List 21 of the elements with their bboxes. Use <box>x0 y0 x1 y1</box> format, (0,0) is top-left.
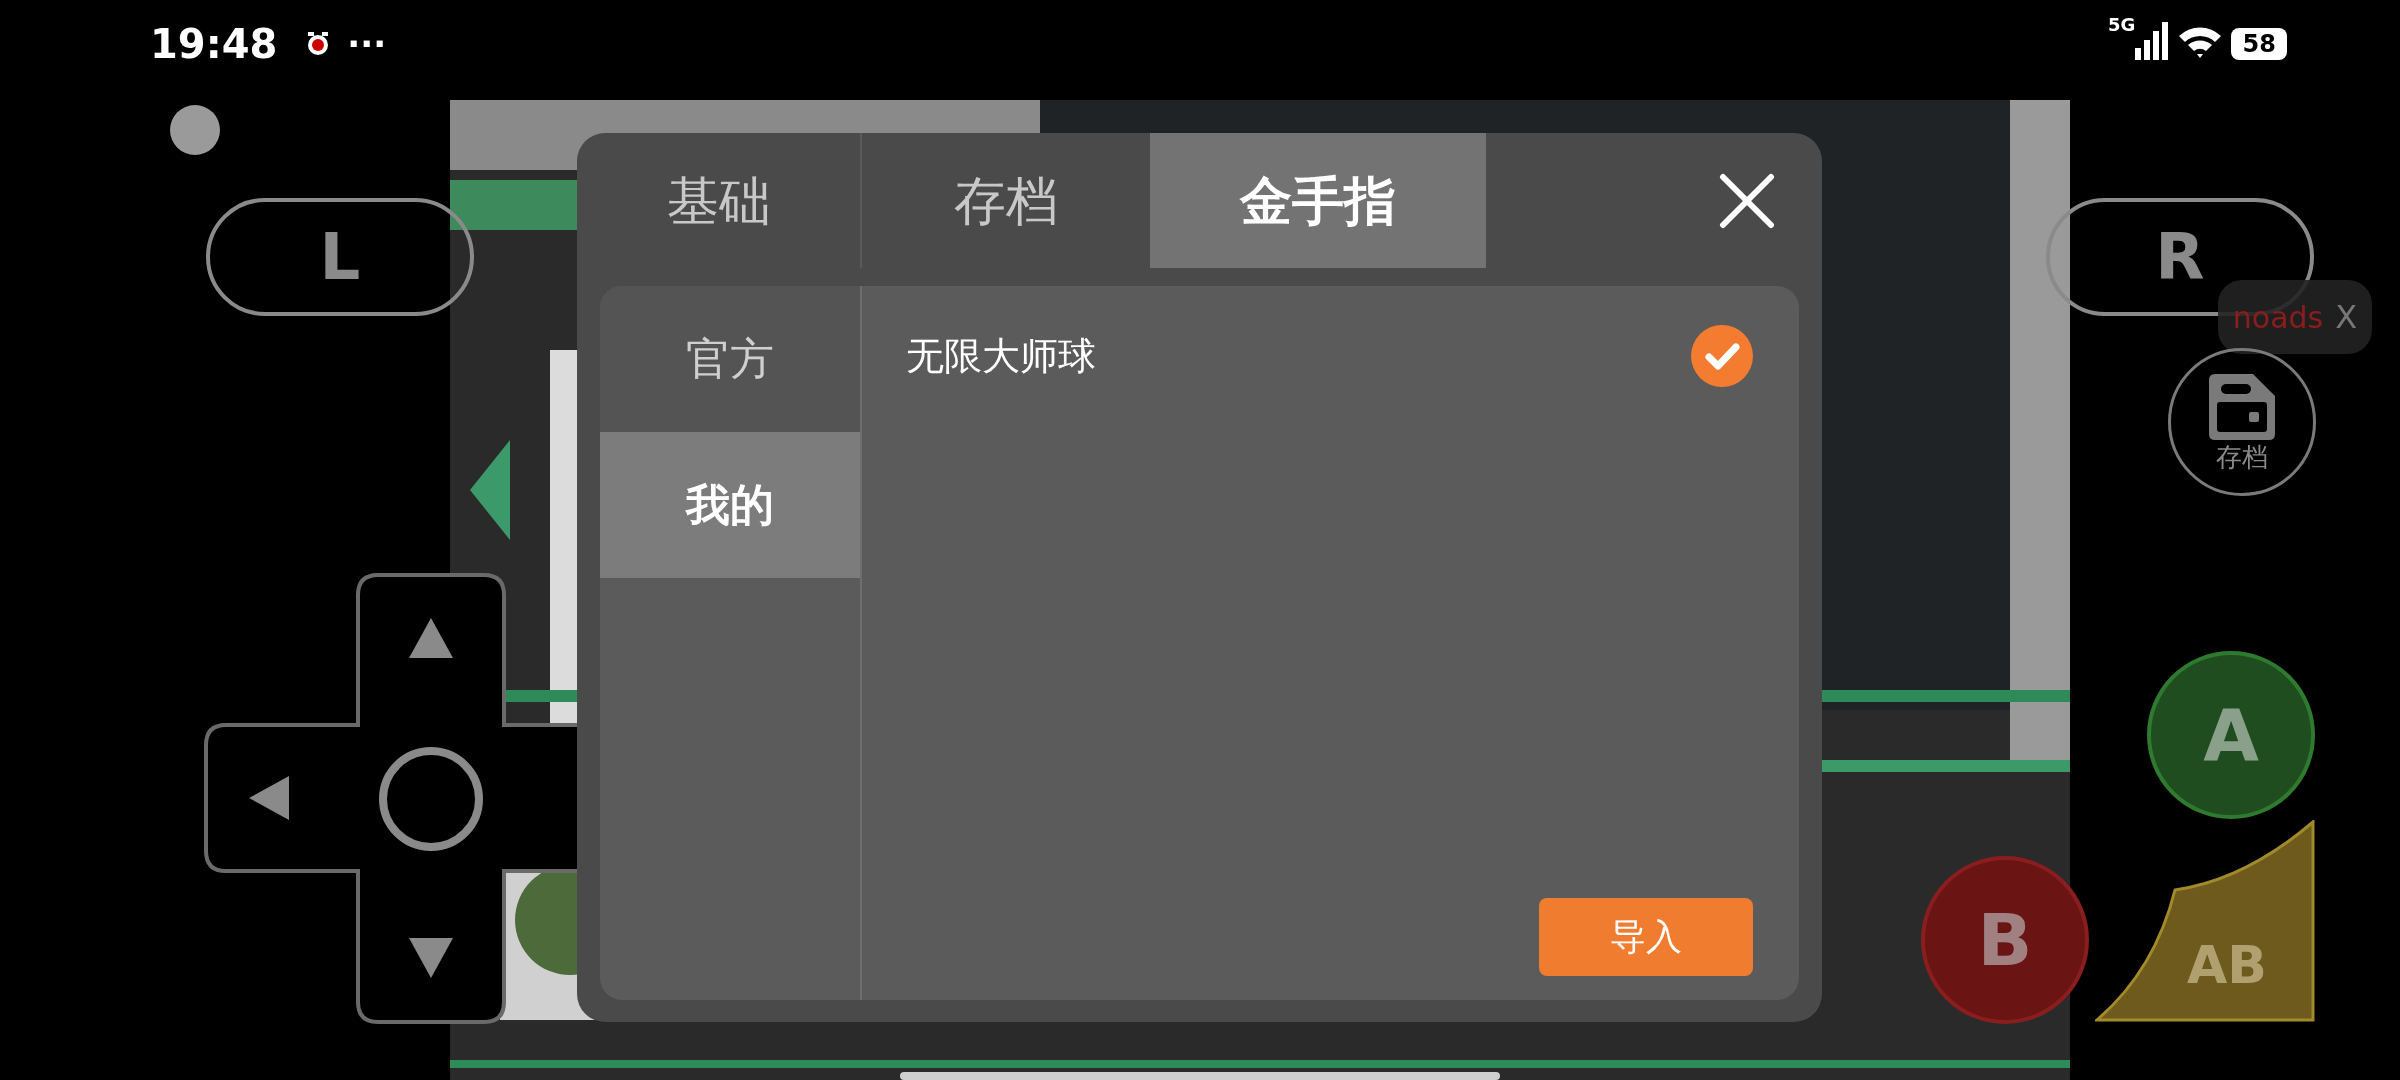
tab[interactable]: 基础 <box>577 133 862 268</box>
close-icon <box>1719 172 1775 229</box>
checkbox[interactable] <box>1691 325 1753 387</box>
cheat-name: 无限大师球 <box>906 332 1096 380</box>
ab-label: AB <box>2187 934 2267 997</box>
battery-level: 58 <box>2242 32 2276 56</box>
save-button[interactable]: 存档 <box>2168 348 2316 496</box>
clock-time: 19:48 <box>150 20 278 69</box>
l-button[interactable]: L <box>206 198 474 316</box>
tab[interactable]: 金手指 <box>1150 133 1486 268</box>
sidebar-item[interactable]: 官方 <box>600 286 860 432</box>
close-button[interactable]: X <box>2335 293 2358 341</box>
import-button[interactable]: 导入 <box>1539 898 1753 976</box>
sidebar-item[interactable]: 我的 <box>600 432 860 578</box>
network-label: 5G <box>2108 16 2136 34</box>
more-indicator: ··· <box>347 22 387 66</box>
a-button[interactable]: A <box>2147 651 2315 819</box>
ab-button-shape[interactable] <box>2095 820 2315 1024</box>
tab[interactable]: 存档 <box>862 133 1150 268</box>
wifi-icon <box>2177 24 2224 60</box>
signal-icon <box>2135 22 2170 60</box>
